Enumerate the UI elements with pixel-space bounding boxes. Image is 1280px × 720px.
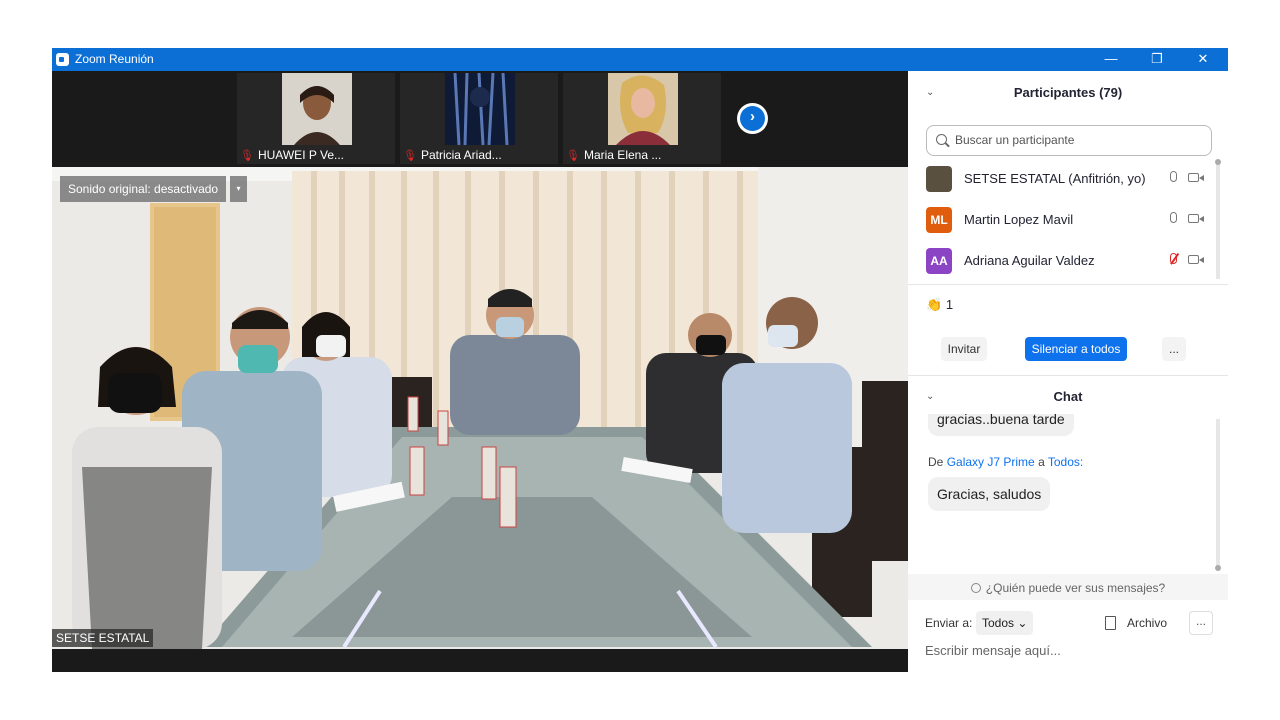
zoom-logo-icon — [56, 53, 69, 66]
thumbnail-video[interactable]: 🎙 Patricia Ariad... — [400, 73, 558, 164]
chat-message-header: De Galaxy J7 Prime a Todos: — [928, 455, 1084, 469]
mute-all-button[interactable]: Silenciar a todos — [1025, 337, 1127, 361]
thumbnail-strip: 🎙 HUAWEI P Ve... 🎙 Patricia Ariad... 🎙 Mari — [52, 71, 908, 166]
send-to-row: Enviar a: Todos ⌄ Archivo ... — [925, 611, 1215, 635]
original-sound-button[interactable]: Sonido original: desactivado — [60, 176, 227, 202]
avatar: ML — [926, 207, 952, 233]
camera-icon — [1188, 255, 1204, 264]
avatar — [926, 166, 952, 192]
window-title: Zoom Reunión — [75, 52, 154, 66]
participant-name: Martin Lopez Mavil — [964, 212, 1074, 227]
participant-video-image — [445, 73, 515, 145]
participant-search-input[interactable]: Buscar un participante — [926, 125, 1212, 156]
file-button[interactable]: Archivo — [1127, 616, 1167, 630]
user-icon — [970, 583, 981, 593]
chevron-right-icon: › — [750, 108, 755, 125]
who-can-see-bar[interactable]: ¿Quién puede ver sus mensajes? — [908, 574, 1228, 600]
chat-more-button[interactable]: ... — [1189, 611, 1213, 635]
thumbnail-video[interactable]: 🎙 Maria Elena ... — [563, 73, 721, 164]
video-area: 🎙 HUAWEI P Ve... 🎙 Patricia Ariad... 🎙 Mari — [52, 71, 908, 672]
sound-options-caret[interactable]: ▾ — [230, 176, 247, 202]
camera-icon — [1188, 173, 1204, 182]
minimize-button[interactable]: — — [1088, 48, 1134, 71]
chat-message: gracias..buena tarde — [928, 414, 1074, 436]
active-speaker-label: SETSE ESTATAL — [52, 629, 154, 647]
participant-row[interactable]: SETSE ESTATAL (Anfitrión, yo) — [926, 165, 1212, 193]
search-icon — [936, 134, 947, 145]
divider — [908, 375, 1228, 376]
mic-icon — [1170, 171, 1177, 182]
main-video: Sonido original: desactivado ▾ SETSE EST… — [52, 167, 908, 649]
thumbnail-name: 🎙 Patricia Ariad... — [403, 148, 502, 162]
chevron-down-icon: ⌄ — [1017, 616, 1028, 630]
divider — [908, 284, 1228, 285]
thumbnail-name: 🎙 Maria Elena ... — [566, 148, 662, 162]
reaction-count: 1 — [945, 297, 954, 312]
side-panel: ⌄ Participantes (79) Buscar un participa… — [908, 71, 1228, 672]
meeting-room-video-image — [52, 167, 908, 649]
reaction-summary: 👏 1 — [926, 297, 953, 313]
mic-muted-icon: 🎙 — [403, 150, 417, 162]
thumbnail-name: 🎙 HUAWEI P Ve... — [240, 148, 344, 162]
clapping-hands-icon: 👏 — [926, 297, 943, 312]
title-bar: Zoom Reunión — ❐ ✕ — [52, 48, 1228, 71]
participant-video-image — [282, 73, 352, 145]
participants-header: ⌄ Participantes (79) — [908, 73, 1228, 113]
close-button[interactable]: ✕ — [1180, 48, 1226, 71]
chevron-down-icon[interactable]: ⌄ — [926, 377, 934, 417]
mic-icon — [1170, 212, 1177, 223]
chat-message-input[interactable]: Escribir mensaje aquí... — [925, 643, 1061, 658]
participant-row[interactable]: AA Adriana Aguilar Valdez — [926, 247, 1212, 275]
mic-muted-icon: 🎙 — [240, 150, 254, 162]
recipient-link[interactable]: Todos: — [1048, 455, 1083, 469]
thumbnail-video[interactable]: 🎙 HUAWEI P Ve... — [237, 73, 395, 164]
sender-link[interactable]: Galaxy J7 Prime — [947, 455, 1035, 469]
avatar: AA — [926, 248, 952, 274]
send-to-label: Enviar a: — [925, 616, 973, 630]
restore-button[interactable]: ❐ — [1134, 48, 1180, 71]
participants-scrollbar[interactable] — [1216, 161, 1220, 279]
next-page-button[interactable]: › — [737, 103, 768, 134]
invite-button[interactable]: Invitar — [941, 337, 987, 361]
participant-name: Adriana Aguilar Valdez — [964, 253, 1095, 268]
chat-header: ⌄ Chat — [908, 377, 1228, 417]
mic-muted-icon — [1170, 253, 1177, 264]
mic-muted-icon: 🎙 — [566, 150, 580, 162]
participant-name: SETSE ESTATAL (Anfitrión, yo) — [964, 171, 1146, 186]
chevron-down-icon[interactable]: ⌄ — [926, 73, 934, 113]
scrollbar-handle[interactable] — [1215, 159, 1221, 165]
camera-icon — [1188, 214, 1204, 223]
chat-message: Gracias, saludos — [928, 477, 1051, 511]
scrollbar-handle[interactable] — [1215, 565, 1221, 571]
participant-video-image — [608, 73, 678, 145]
participant-row[interactable]: ML Martin Lopez Mavil — [926, 206, 1212, 234]
recipient-select[interactable]: Todos ⌄ — [976, 611, 1034, 635]
more-options-button[interactable]: ... — [1162, 337, 1186, 361]
file-icon[interactable] — [1105, 616, 1116, 630]
zoom-window: Zoom Reunión — ❐ ✕ 🎙 HUAWEI P Ve... 🎙 Pa… — [52, 48, 1228, 672]
chat-scrollbar[interactable] — [1216, 419, 1220, 567]
chat-scroll-area: gracias..buena tarde — [908, 414, 1228, 454]
